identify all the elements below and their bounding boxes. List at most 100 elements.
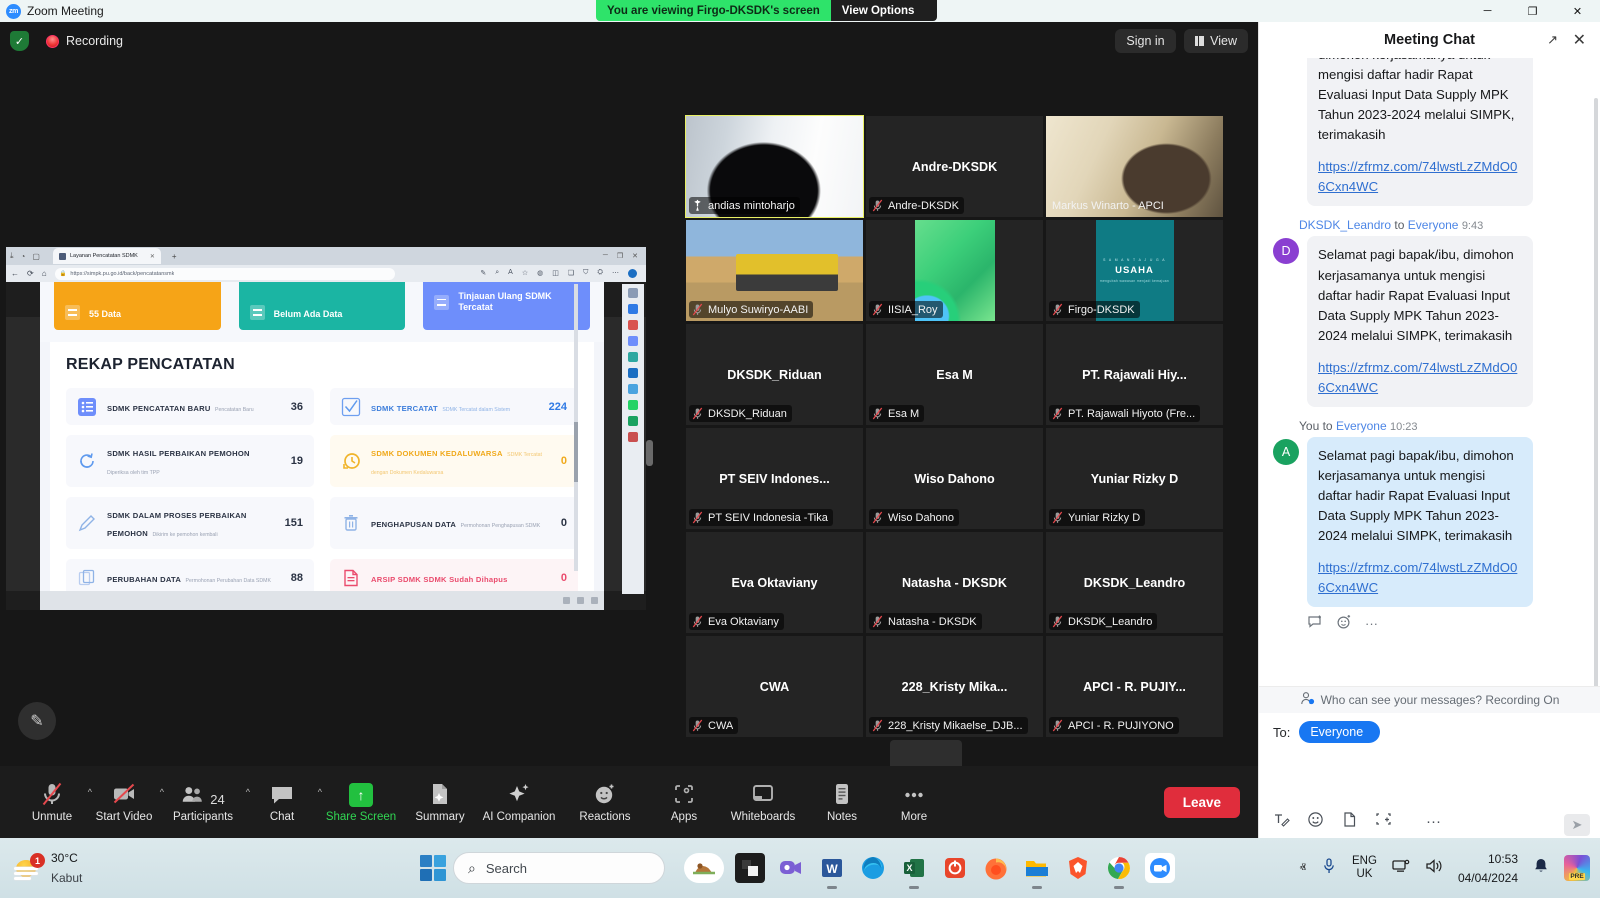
recap-card[interactable]: SDMK PENCATATAN BARU Pencatatan Baru 36	[66, 388, 314, 425]
video-tile[interactable]: Eva Oktaviany Eva Oktaviany	[686, 532, 863, 633]
chat-privacy-notice[interactable]: Who can see your messages? Recording On	[1259, 686, 1600, 713]
taskbar-weather-widget[interactable]: 1 30°C Kabut	[0, 848, 82, 887]
file-icon[interactable]	[1341, 811, 1358, 832]
extensions-icon[interactable]: ⛭	[597, 269, 603, 278]
video-tile[interactable]: 228_Kristy Mika... 228_Kristy Mikaelse_D…	[866, 636, 1043, 737]
favorite-star-icon[interactable]: ☆	[522, 269, 528, 278]
video-tile[interactable]: Wiso Dahono Wiso Dahono	[866, 428, 1043, 529]
emoji-icon[interactable]	[1307, 811, 1324, 832]
video-tile[interactable]: PT. Rajawali Hiy... PT. Rajawali Hiyoto …	[1046, 324, 1223, 425]
view-options-button[interactable]: View Options ⱟ	[831, 0, 938, 21]
video-tile[interactable]: S A M A N T A J U G A USAHA mengubah waw…	[1046, 220, 1223, 321]
whiteboards-button[interactable]: Whiteboards	[720, 781, 806, 823]
recap-card[interactable]: SDMK TERCATAT SDMK Tercatat dalam Sistem…	[330, 388, 578, 425]
browser-essentials-icon[interactable]: ❏	[568, 269, 574, 278]
browser-maximize-button[interactable]: ❐	[617, 252, 623, 260]
send-button[interactable]: ➤	[1564, 814, 1590, 836]
video-tile[interactable]: Natasha - DKSDK Natasha - DKSDK	[866, 532, 1043, 633]
bell-icon[interactable]	[1533, 857, 1549, 879]
chat-button[interactable]: Chat ^	[246, 781, 318, 823]
sign-in-button[interactable]: Sign in	[1115, 29, 1175, 53]
kpi-card[interactable]: 55 Data	[54, 282, 221, 330]
share-resize-handle[interactable]	[646, 440, 653, 466]
video-tile[interactable]: Andre-DKSDK Andre-DKSDK	[866, 116, 1043, 217]
sidebar-drop-icon[interactable]	[628, 384, 638, 394]
back-icon[interactable]: ←	[11, 269, 19, 278]
recap-card[interactable]: SDMK HASIL PERBAIKAN PEMOHON Diperiksa o…	[66, 435, 314, 487]
video-tile[interactable]: Markus Winarto - APCI	[1046, 116, 1223, 217]
reply-icon[interactable]	[1307, 614, 1323, 633]
tab-close-icon[interactable]: ✕	[150, 253, 155, 260]
apps-button[interactable]: Apps	[648, 781, 720, 823]
browser-close-button[interactable]: ✕	[632, 252, 638, 260]
recording-indicator[interactable]: Recording	[46, 34, 123, 48]
chat-scrollbar[interactable]	[1594, 98, 1598, 686]
sidebar-tools-icon[interactable]	[628, 336, 638, 346]
sidebar-shopping-icon[interactable]	[628, 320, 638, 330]
participants-button[interactable]: 24 Participants ^	[160, 781, 246, 823]
video-tile[interactable]: CWA CWA	[686, 636, 863, 737]
taskbar-widget-animal-icon[interactable]	[684, 853, 724, 883]
popout-icon[interactable]: ↗	[1547, 32, 1558, 48]
home-icon[interactable]: ⌂	[42, 269, 47, 278]
recap-card[interactable]: PERUBAHAN DATA Permohonan Perubahan Data…	[66, 559, 314, 591]
video-tile[interactable]: APCI - R. PUJIY... APCI - R. PUJIYONO	[1046, 636, 1223, 737]
video-tile[interactable]: IISIA_Roy	[866, 220, 1043, 321]
more-settings-icon[interactable]: ⋯	[612, 269, 619, 278]
minimize-button[interactable]: ─	[1465, 0, 1510, 22]
tray-expand-icon[interactable]: ⱏ	[1300, 860, 1306, 876]
sidebar-outlook-icon[interactable]	[628, 368, 638, 378]
windows-start-icon[interactable]	[420, 855, 446, 881]
sidebar-more-icon[interactable]	[628, 432, 638, 442]
taskbar-edge-icon[interactable]	[858, 853, 888, 883]
message-link[interactable]: https://zfrmz.com/74lwstLzZMdO06Cxn4WC	[1318, 558, 1522, 598]
taskbar-excel-icon[interactable]: X	[899, 853, 929, 883]
kpi-card[interactable]: Belum Ada Data	[239, 282, 406, 330]
new-tab-button[interactable]: +	[172, 252, 177, 261]
edit-icon[interactable]: ✎	[480, 269, 486, 278]
recap-card[interactable]: SDMK DALAM PROSES PERBAIKAN PEMOHON Diki…	[66, 497, 314, 549]
volume-icon[interactable]	[1425, 858, 1443, 879]
maximize-button[interactable]: ❐	[1510, 0, 1555, 22]
video-tile[interactable]: Mulyo Suwiryo-AABI	[686, 220, 863, 321]
sidebar-games-icon[interactable]	[628, 352, 638, 362]
sidebar-copilot-icon[interactable]	[628, 304, 638, 314]
browser-minimize-button[interactable]: ─	[603, 252, 608, 260]
video-tile[interactable]: andias mintoharjo	[686, 116, 863, 217]
video-tile[interactable]: DKSDK_Leandro DKSDK_Leandro	[1046, 532, 1223, 633]
kpi-card[interactable]: Tinjauan Ulang SDMK Tercatat	[423, 282, 590, 330]
taskbar-firefox-icon[interactable]	[981, 853, 1011, 883]
video-tile[interactable]: Yuniar Rizky D Yuniar Rizky D	[1046, 428, 1223, 529]
zoom-icon[interactable]: ⌕	[495, 269, 499, 278]
recap-card[interactable]: ARSIP SDMK SDMK Sudah Dihapus 0	[330, 559, 578, 591]
taskbar-clock[interactable]: 10:53 04/04/2024	[1458, 849, 1518, 887]
profile-avatar[interactable]	[628, 269, 637, 278]
recipient-selector[interactable]: Everyone ⱟ	[1299, 721, 1380, 743]
sidebar-search-icon[interactable]	[628, 288, 638, 298]
screenshot-icon[interactable]	[1375, 811, 1392, 832]
sidebar-whatsapp2-icon[interactable]	[628, 416, 638, 426]
taskbar-zoom-icon[interactable]	[1145, 853, 1175, 883]
compose-more-icon[interactable]: ···	[1426, 813, 1441, 830]
page-scrollbar[interactable]	[574, 284, 578, 571]
format-text-icon[interactable]	[1273, 811, 1290, 832]
taskbar-brave-icon[interactable]	[1063, 853, 1093, 883]
video-tile[interactable]: Esa M Esa M	[866, 324, 1043, 425]
video-tile[interactable]: PT SEIV Indones... PT SEIV Indonesia -Ti…	[686, 428, 863, 529]
shared-screen-viewport[interactable]: ⤓ ◔ ▢ Layanan Pencatatan SDMK ✕ + ─ ❐ ✕	[6, 247, 646, 610]
encryption-shield-icon[interactable]: ✓	[10, 31, 29, 51]
unmute-button[interactable]: Unmute ^	[16, 781, 88, 823]
message-link[interactable]: https://zfrmz.com/74lwstLzZMdO06Cxn4WC	[1318, 358, 1522, 398]
language-indicator[interactable]: ENG UK	[1352, 855, 1377, 880]
annotate-button[interactable]: ✎	[18, 702, 56, 740]
message-link[interactable]: https://zfrmz.com/74lwstLzZMdO06Cxn4WC	[1318, 157, 1522, 197]
start-video-button[interactable]: Start Video ^	[88, 781, 160, 823]
browser-tab[interactable]: Layanan Pencatatan SDMK ✕	[53, 248, 161, 264]
taskbar-file-explorer-icon[interactable]	[1022, 853, 1052, 883]
sidebar-whatsapp-icon[interactable]	[628, 400, 638, 410]
taskbar-teams-icon[interactable]	[776, 853, 806, 883]
more-button[interactable]: More	[878, 781, 950, 823]
mic-icon[interactable]	[1321, 857, 1337, 880]
leave-button[interactable]: Leave	[1164, 787, 1240, 818]
address-bar[interactable]: 🔒 https://simpk.pu.go.id/back/pencatatan…	[55, 268, 395, 280]
